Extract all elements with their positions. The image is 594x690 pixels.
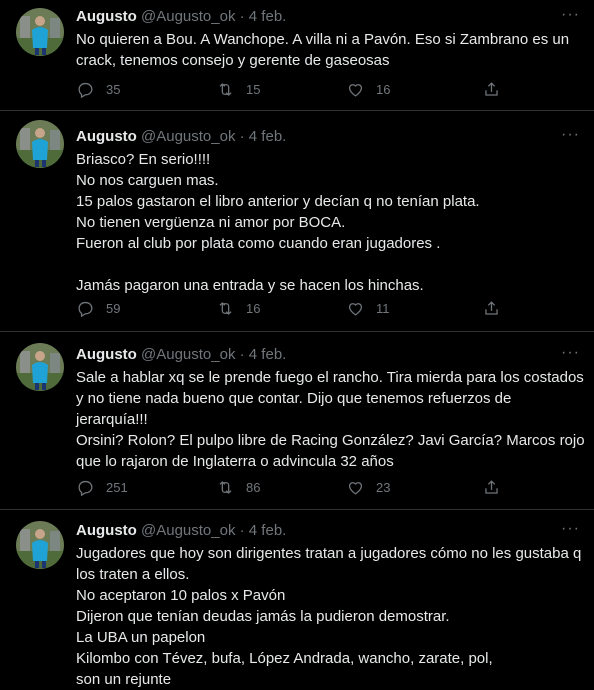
tweet[interactable]: Augusto @Augusto_ok · 4 feb. ··· No quie… (0, 0, 594, 111)
like-count: 16 (376, 82, 391, 97)
tweet-text-line: Sale a hablar xq se le prende fuego el r… (76, 369, 584, 386)
separator-dot: · (239, 8, 245, 25)
tweet-text: Sale a hablar xq se le prende fuego el r… (76, 367, 585, 472)
retweet-button[interactable]: 15 (216, 80, 260, 99)
tweet-text-line: Jamás pagaron una entrada y se hacen los… (76, 277, 424, 294)
reply-count: 35 (106, 82, 121, 97)
author-handle[interactable]: @Augusto_ok (141, 346, 235, 363)
tweet-text-line: No tienen vergüenza ni amor por BOCA. (76, 214, 346, 231)
tweet-feed: Augusto @Augusto_ok · 4 feb. ··· No quie… (0, 0, 594, 690)
retweet-count: 15 (246, 82, 261, 97)
tweet-text-line: jerarquía!!! (76, 411, 148, 428)
reply-icon (78, 82, 93, 99)
author-handle[interactable]: @Augusto_ok (141, 522, 235, 539)
share-button[interactable] (482, 478, 501, 497)
author-handle[interactable]: @Augusto_ok (141, 8, 235, 25)
reply-count: 59 (106, 301, 121, 316)
more-horizontal-icon[interactable]: ··· (561, 345, 580, 361)
separator-dot: · (239, 128, 245, 145)
share-button[interactable] (482, 80, 501, 99)
avatar[interactable] (16, 120, 64, 168)
tweet-text-line: No quieren a Bou. A Wanchope. A villa ni… (76, 31, 570, 48)
tweet-text-line: Briasco? En serio!!!! (76, 151, 211, 168)
tweet-header: Augusto @Augusto_ok · 4 feb. (76, 522, 554, 540)
heart-icon (348, 482, 363, 495)
tweet-text-line: No aceptaron 10 palos x Pavón (76, 587, 286, 604)
reply-icon (78, 480, 93, 497)
tweet-date[interactable]: 4 feb. (249, 128, 287, 145)
tweet-text-line: los traten a ellos. (76, 566, 190, 583)
tweet-date[interactable]: 4 feb. (249, 8, 287, 25)
author-name[interactable]: Augusto (76, 346, 137, 363)
tweet-text-line: La UBA un papelon (76, 629, 206, 646)
retweet-icon (219, 302, 232, 315)
share-icon (485, 480, 498, 494)
tweet-header: Augusto @Augusto_ok · 4 feb. (76, 346, 554, 364)
tweet-text-line: que lo rajaron de Inglaterra o advincula… (76, 453, 394, 470)
more-horizontal-icon[interactable]: ··· (561, 127, 580, 143)
retweet-button[interactable]: 16 (216, 299, 260, 318)
reply-count: 251 (106, 480, 128, 495)
reply-button[interactable]: 251 (76, 478, 128, 497)
tweet-actions: 35 15 16 (76, 80, 578, 100)
like-button[interactable]: 23 (346, 478, 390, 497)
tweet-text: Briasco? En serio!!!! No nos carguen mas… (76, 149, 578, 296)
retweet-icon (219, 481, 232, 494)
tweet-text-line: 15 palos gastaron el libro anterior y de… (76, 193, 480, 210)
like-button[interactable]: 11 (346, 299, 390, 318)
retweet-icon (219, 83, 232, 96)
tweet-header: Augusto @Augusto_ok · 4 feb. (76, 128, 554, 146)
tweet-date[interactable]: 4 feb. (249, 522, 287, 539)
retweet-count: 16 (246, 301, 261, 316)
like-count: 23 (376, 480, 391, 495)
tweet-text-line: Dijeron que tenían deudas jamás la pudie… (76, 608, 450, 625)
tweet-header: Augusto @Augusto_ok · 4 feb. (76, 8, 554, 26)
author-handle[interactable]: @Augusto_ok (141, 128, 235, 145)
separator-dot: · (239, 346, 245, 363)
tweet-text-line: y no tiene nada bueno que contar. Dijo q… (76, 390, 512, 407)
tweet-text-line: Orsini? Rolon? El pulpo libre de Racing … (76, 432, 585, 449)
tweet-text-line: Jugadores que hoy son dirigentes tratan … (76, 545, 582, 562)
author-name[interactable]: Augusto (76, 128, 137, 145)
more-horizontal-icon[interactable]: ··· (561, 7, 580, 23)
tweet-text-line (76, 254, 578, 275)
tweet-text-line: No nos carguen mas. (76, 172, 219, 189)
tweet-text: No quieren a Bou. A Wanchope. A villa ni… (76, 29, 578, 71)
author-name[interactable]: Augusto (76, 522, 137, 539)
more-horizontal-icon[interactable]: ··· (561, 521, 580, 537)
tweet-text-line: Fueron al club por plata como cuando era… (76, 235, 441, 252)
share-icon (485, 82, 498, 96)
tweet-text: Jugadores que hoy son dirigentes tratan … (76, 543, 582, 690)
heart-icon (348, 84, 363, 97)
tweet-text-line: crack, tenemos consejo y gerente de gase… (76, 52, 390, 69)
reply-button[interactable]: 59 (76, 299, 120, 318)
reply-button[interactable]: 35 (76, 80, 120, 99)
retweet-button[interactable]: 86 (216, 478, 260, 497)
retweet-count: 86 (246, 480, 261, 495)
separator-dot: · (239, 522, 245, 539)
tweet-date[interactable]: 4 feb. (249, 346, 287, 363)
avatar[interactable] (16, 343, 64, 391)
share-button[interactable] (482, 299, 501, 318)
tweet[interactable]: Augusto @Augusto_ok · 4 feb. ··· Briasco… (0, 111, 594, 332)
tweet-actions: 59 16 11 (76, 299, 578, 319)
tweet[interactable]: Augusto @Augusto_ok · 4 feb. ··· Sale a … (0, 332, 594, 510)
author-name[interactable]: Augusto (76, 8, 137, 25)
heart-icon (348, 303, 363, 316)
avatar[interactable] (16, 521, 64, 569)
tweet-text-line: Kilombo con Tévez, bufa, López Andrada, … (76, 650, 493, 667)
avatar[interactable] (16, 8, 64, 56)
like-button[interactable]: 16 (346, 80, 390, 99)
tweet[interactable]: Augusto @Augusto_ok · 4 feb. ··· Jugador… (0, 510, 594, 690)
reply-icon (78, 301, 93, 318)
like-count: 11 (376, 301, 390, 316)
share-icon (485, 301, 498, 315)
tweet-actions: 251 86 23 (76, 478, 578, 498)
